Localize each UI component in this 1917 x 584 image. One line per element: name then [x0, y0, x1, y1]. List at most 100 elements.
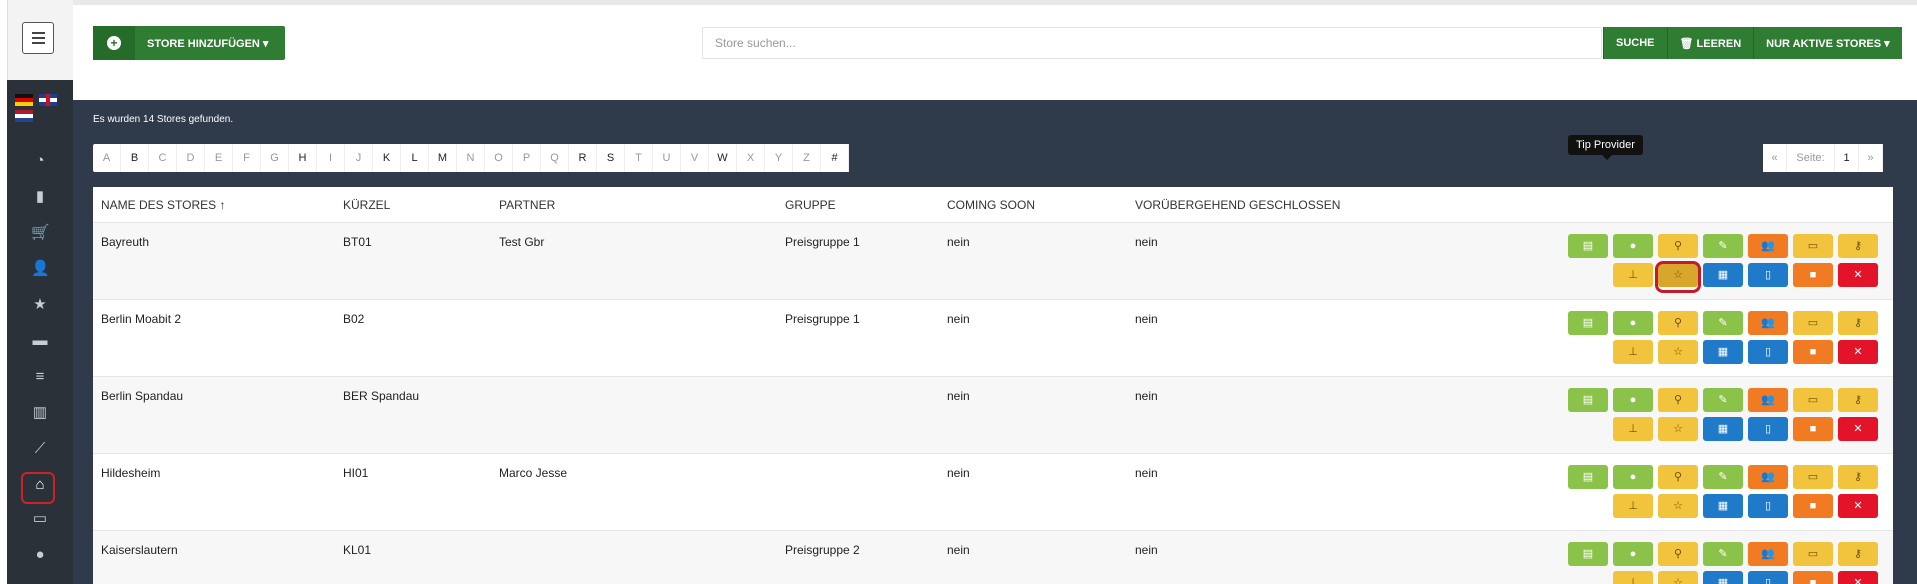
next-page-button[interactable]: »	[1859, 144, 1883, 172]
letter-filter[interactable]: H	[289, 144, 317, 172]
star-button[interactable]: ☆	[1658, 340, 1698, 364]
flag-uk-icon[interactable]	[39, 94, 57, 106]
card-button[interactable]: ▭	[1793, 234, 1833, 258]
sitemap-button[interactable]: ⊥	[1613, 263, 1653, 287]
grid-button[interactable]: ▦	[1703, 571, 1743, 584]
mobile-button[interactable]: ▯	[1748, 340, 1788, 364]
letter-filter[interactable]: T	[625, 144, 653, 172]
lock-button[interactable]: ■	[1793, 417, 1833, 441]
location-button[interactable]: ●	[1613, 311, 1653, 335]
star-button[interactable]: ☆	[1658, 417, 1698, 441]
letter-filter[interactable]: C	[149, 144, 177, 172]
clear-button[interactable]: 🗑 LEEREN	[1666, 27, 1754, 59]
search-button[interactable]: ⚲	[1658, 542, 1698, 566]
search-button[interactable]: ⚲	[1658, 311, 1698, 335]
location-button[interactable]: ●	[1613, 542, 1653, 566]
edit-button[interactable]: ✎	[1703, 542, 1743, 566]
delete-button[interactable]: ✕	[1838, 571, 1878, 584]
users-button[interactable]: 👥	[1748, 465, 1788, 489]
key-button[interactable]: ⚷	[1838, 234, 1878, 258]
delete-button[interactable]: ✕	[1838, 340, 1878, 364]
flag-nl-icon[interactable]	[15, 110, 33, 122]
card-button[interactable]: ▭	[1793, 465, 1833, 489]
letter-filter[interactable]: E	[205, 144, 233, 172]
prev-page-button[interactable]: «	[1763, 144, 1787, 172]
letter-filter[interactable]: J	[345, 144, 373, 172]
grid-button[interactable]: ▦	[1703, 494, 1743, 518]
details-button[interactable]: ▤	[1568, 311, 1608, 335]
search-button[interactable]: ⚲	[1658, 465, 1698, 489]
letter-filter[interactable]: Y	[765, 144, 793, 172]
letter-filter[interactable]: K	[373, 144, 401, 172]
cart-icon[interactable]: 🛒	[31, 224, 50, 242]
mobile-button[interactable]: ▯	[1748, 494, 1788, 518]
search-button[interactable]: ⚲	[1658, 234, 1698, 258]
key-button[interactable]: ⚷	[1838, 311, 1878, 335]
key-button[interactable]: ⚷	[1838, 542, 1878, 566]
archive-icon[interactable]: ▬	[31, 332, 49, 350]
letter-filter[interactable]: A	[93, 144, 121, 172]
users-button[interactable]: 👥	[1748, 388, 1788, 412]
letter-filter[interactable]: X	[737, 144, 765, 172]
letter-filter[interactable]: M	[429, 144, 457, 172]
hamburger-icon[interactable]	[22, 22, 54, 54]
letter-filter[interactable]: P	[513, 144, 541, 172]
edit-button[interactable]: ✎	[1703, 311, 1743, 335]
mobile-button[interactable]: ▯	[1748, 417, 1788, 441]
letter-filter[interactable]: N	[457, 144, 485, 172]
location-button[interactable]: ●	[1613, 388, 1653, 412]
card-button[interactable]: ▭	[1793, 388, 1833, 412]
letter-filter[interactable]: I	[317, 144, 345, 172]
active-stores-dropdown[interactable]: NUR AKTIVE STORES ▾	[1753, 27, 1902, 59]
column-header[interactable]: NAME DES STORES ↑	[101, 198, 225, 212]
letter-filter[interactable]: S	[597, 144, 625, 172]
mobile-button[interactable]: ▯	[1748, 263, 1788, 287]
edit-button[interactable]: ✎	[1703, 388, 1743, 412]
letter-filter[interactable]: R	[569, 144, 597, 172]
flag-de-icon[interactable]	[15, 94, 33, 106]
location-button[interactable]: ●	[1613, 465, 1653, 489]
letter-filter[interactable]: Q	[541, 144, 569, 172]
lock-button[interactable]: ■	[1793, 263, 1833, 287]
add-user-icon[interactable]: 👤	[31, 260, 50, 278]
current-page[interactable]: 1	[1835, 144, 1859, 172]
star-icon[interactable]: ★	[31, 296, 49, 314]
details-button[interactable]: ▤	[1568, 234, 1608, 258]
lock-button[interactable]: ■	[1793, 494, 1833, 518]
monitor-icon[interactable]: ▭	[31, 510, 49, 528]
delete-button[interactable]: ✕	[1838, 263, 1878, 287]
letter-filter[interactable]: O	[485, 144, 513, 172]
users-button[interactable]: 👥	[1748, 311, 1788, 335]
location-button[interactable]: ●	[1613, 234, 1653, 258]
trend-icon[interactable]: ⟋	[31, 440, 49, 458]
sitemap-button[interactable]: ⊥	[1613, 417, 1653, 441]
letter-filter[interactable]: D	[177, 144, 205, 172]
letter-filter[interactable]: L	[401, 144, 429, 172]
edit-button[interactable]: ✎	[1703, 234, 1743, 258]
search-input[interactable]: Store suchen...	[702, 27, 1602, 59]
letter-filter[interactable]: V	[681, 144, 709, 172]
users-button[interactable]: 👥	[1748, 234, 1788, 258]
delete-button[interactable]: ✕	[1838, 417, 1878, 441]
user-icon[interactable]: ●	[31, 546, 49, 564]
sitemap-button[interactable]: ⊥	[1613, 494, 1653, 518]
letter-filter[interactable]: U	[653, 144, 681, 172]
dashboard-icon[interactable]: ◔	[31, 152, 49, 170]
details-button[interactable]: ▤	[1568, 388, 1608, 412]
sitemap-button[interactable]: ⊥	[1613, 571, 1653, 584]
grid-button[interactable]: ▦	[1703, 263, 1743, 287]
lock-button[interactable]: ■	[1793, 340, 1833, 364]
search-button[interactable]: SUCHE	[1603, 27, 1667, 59]
card-button[interactable]: ▭	[1793, 311, 1833, 335]
list-icon[interactable]: ≡	[31, 368, 49, 386]
star-button[interactable]: ☆	[1658, 494, 1698, 518]
bar-chart-icon[interactable]: ▮	[31, 188, 49, 206]
key-button[interactable]: ⚷	[1838, 465, 1878, 489]
grid-button[interactable]: ▦	[1703, 340, 1743, 364]
book-icon[interactable]: ▥	[31, 404, 49, 422]
add-store-button[interactable]: + STORE HINZUFÜGEN ▾	[93, 26, 285, 60]
mobile-button[interactable]: ▯	[1748, 571, 1788, 584]
letter-filter[interactable]: W	[709, 144, 737, 172]
sitemap-button[interactable]: ⊥	[1613, 340, 1653, 364]
letter-filter[interactable]: Z	[793, 144, 821, 172]
